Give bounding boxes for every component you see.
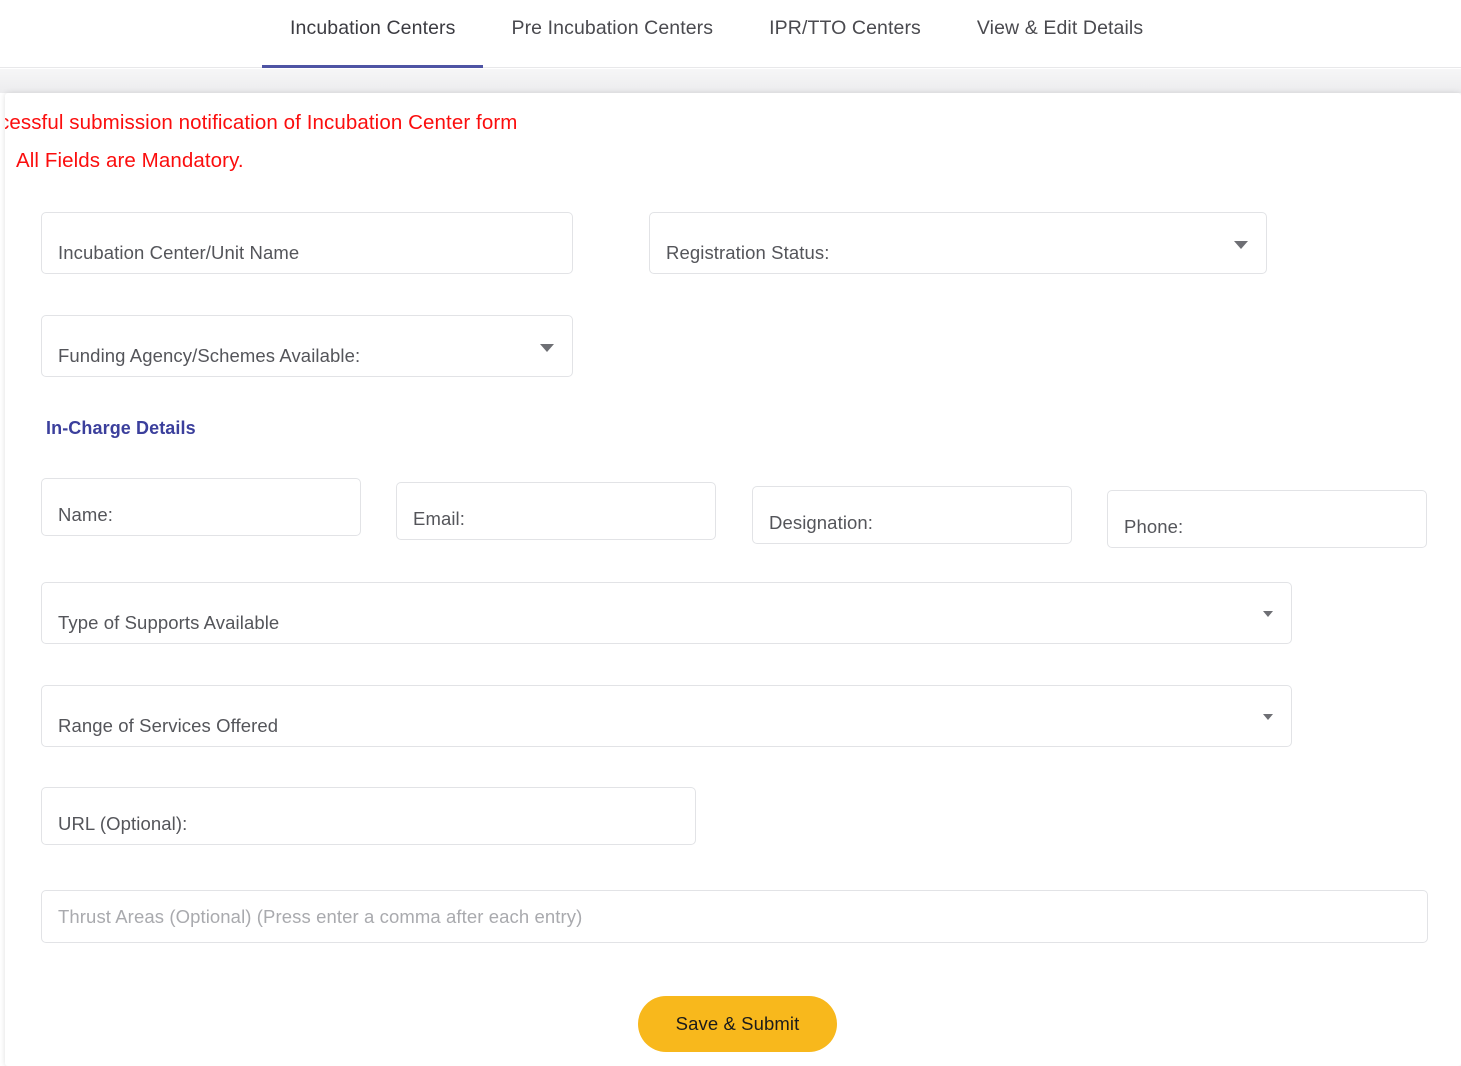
incharge-designation-field[interactable]: Designation:	[752, 486, 1072, 544]
chevron-down-icon	[1263, 611, 1273, 617]
tab-pre-incubation-centers[interactable]: Pre Incubation Centers	[483, 0, 741, 68]
range-of-services-dropdown[interactable]: Range of Services Offered	[41, 685, 1292, 747]
tab-view-edit-details[interactable]: View & Edit Details	[949, 0, 1171, 68]
thrust-areas-field[interactable]: Thrust Areas (Optional) (Press enter a c…	[41, 890, 1428, 943]
type-of-supports-dropdown[interactable]: Type of Supports Available	[41, 582, 1292, 644]
tab-label: Incubation Centers	[290, 16, 456, 39]
incubation-center-form-card: cessful submission notification of Incub…	[5, 93, 1461, 1066]
tab-label: View & Edit Details	[976, 16, 1144, 39]
tab-label: IPR/TTO Centers	[769, 16, 921, 39]
range-of-services-label: Range of Services Offered	[58, 715, 279, 736]
content-gutter	[0, 69, 1461, 93]
registration-status-label: Registration Status:	[666, 242, 830, 263]
incharge-name-label: Name:	[58, 504, 113, 525]
url-field[interactable]: URL (Optional):	[41, 787, 696, 845]
incharge-email-field[interactable]: Email:	[396, 482, 716, 540]
chevron-down-icon	[1234, 241, 1248, 249]
incharge-name-field[interactable]: Name:	[41, 478, 361, 536]
tab-list: Incubation Centers Pre Incubation Center…	[262, 0, 1171, 68]
save-and-submit-button[interactable]: Save & Submit	[638, 996, 837, 1052]
thrust-areas-placeholder: Thrust Areas (Optional) (Press enter a c…	[58, 905, 583, 927]
incharge-phone-label: Phone:	[1124, 516, 1184, 537]
funding-agency-label: Funding Agency/Schemes Available:	[58, 345, 361, 366]
incharge-phone-field[interactable]: Phone:	[1107, 490, 1427, 548]
type-of-supports-label: Type of Supports Available	[58, 612, 280, 633]
tab-incubation-centers[interactable]: Incubation Centers	[262, 0, 484, 68]
chevron-down-icon	[540, 344, 554, 352]
funding-agency-dropdown[interactable]: Funding Agency/Schemes Available:	[41, 315, 573, 377]
incharge-designation-label: Designation:	[769, 512, 874, 533]
incubation-center-name-label: Incubation Center/Unit Name	[58, 242, 300, 263]
tab-label: Pre Incubation Centers	[511, 16, 714, 39]
tab-ipr-tto-centers[interactable]: IPR/TTO Centers	[741, 0, 949, 68]
incharge-email-label: Email:	[413, 508, 465, 529]
in-charge-details-heading: In-Charge Details	[46, 418, 196, 438]
tab-bar: Incubation Centers Pre Incubation Center…	[0, 0, 1461, 68]
incubation-center-name-field[interactable]: Incubation Center/Unit Name	[41, 212, 573, 274]
url-label: URL (Optional):	[58, 813, 188, 834]
submission-notification-text: cessful submission notification of Incub…	[5, 111, 518, 134]
mandatory-fields-notice: All Fields are Mandatory.	[16, 149, 244, 172]
registration-status-dropdown[interactable]: Registration Status:	[649, 212, 1267, 274]
chevron-down-icon	[1263, 714, 1273, 720]
